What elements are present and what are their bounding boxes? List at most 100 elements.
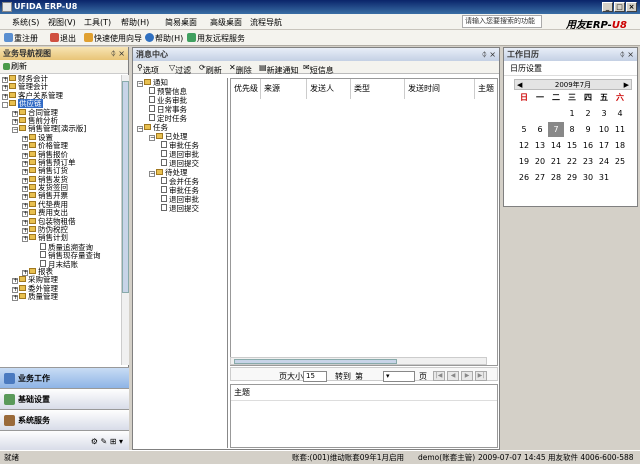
next-month-button[interactable]: ▶ <box>624 80 629 91</box>
page-size-input[interactable]: 15 <box>303 371 327 382</box>
prev-page-button[interactable]: ◀ <box>447 371 459 381</box>
calendar-day[interactable]: 25 <box>612 154 628 169</box>
expand-icon[interactable]: + <box>2 77 8 83</box>
nav-business-work[interactable]: 业务工作 <box>0 367 129 388</box>
collapse-icon[interactable]: − <box>137 81 143 87</box>
col-sender[interactable]: 发送人 <box>307 79 351 99</box>
calendar-day[interactable]: 16 <box>580 138 596 153</box>
calendar-day[interactable]: 4 <box>612 106 628 121</box>
calendar-day[interactable]: 14 <box>548 138 564 153</box>
nav-tree-item[interactable]: + 采购管理 <box>0 276 121 285</box>
nav-tree-item[interactable]: + 委外管理 <box>0 284 121 293</box>
nav-tree-item[interactable]: 质量追溯查询 <box>0 242 121 252</box>
nav-tree-item[interactable]: 销售现存量查询 <box>0 251 121 260</box>
maximize-button[interactable]: □ <box>614 2 625 12</box>
col-priority[interactable]: 优先级 <box>231 79 261 99</box>
expand-icon[interactable]: + <box>22 202 28 209</box>
nav-system-service[interactable]: 系统服务 <box>0 409 129 430</box>
calendar-day[interactable]: 31 <box>596 170 612 185</box>
msg-sms-button[interactable]: ✉ 短信息 <box>303 63 334 75</box>
calendar-day[interactable]: 26 <box>516 170 532 185</box>
calendar-day[interactable]: 7 <box>548 122 564 137</box>
col-send-time[interactable]: 发送时间 <box>405 79 475 99</box>
calendar-day[interactable]: 30 <box>580 170 596 185</box>
calendar-day[interactable]: 3 <box>596 106 612 121</box>
remote-service-button[interactable]: 用友远程服务 <box>187 33 245 44</box>
last-page-button[interactable]: ▶| <box>475 371 487 381</box>
expand-icon[interactable]: + <box>12 286 18 293</box>
message-tree-item[interactable]: 定时任务 <box>135 114 227 123</box>
help-button[interactable]: 帮助(H) <box>145 33 183 44</box>
relogin-button[interactable]: 重注册 <box>4 33 38 44</box>
expand-icon[interactable]: + <box>12 278 18 285</box>
next-page-button[interactable]: ▶ <box>461 371 473 381</box>
function-search-input[interactable]: 请输入您要搜索的功能 <box>462 15 542 28</box>
menu-process-nav[interactable]: 流程导航 <box>250 17 282 28</box>
message-tree-item[interactable]: − 通知 <box>135 78 227 87</box>
message-tree-item[interactable]: 退回提交 <box>135 159 227 168</box>
expand-icon[interactable]: + <box>2 85 8 92</box>
goto-page-select[interactable]: ▾ <box>383 371 415 382</box>
calendar-day[interactable]: 22 <box>564 154 580 169</box>
msg-refresh-button[interactable]: ⟳ 刷新 <box>199 63 222 75</box>
calendar-day[interactable]: 24 <box>596 154 612 169</box>
expand-icon[interactable]: + <box>22 169 28 176</box>
message-tree-item[interactable]: 退回提交 <box>135 204 227 213</box>
expand-icon[interactable]: + <box>22 152 28 159</box>
col-type[interactable]: 类型 <box>351 79 405 99</box>
calendar-day[interactable]: 17 <box>596 138 612 153</box>
message-tree-item[interactable]: 审批任务 <box>135 186 227 195</box>
nav-tree-item[interactable]: − 供应链 <box>0 99 121 109</box>
calendar-day[interactable]: 5 <box>516 122 532 137</box>
message-center-close[interactable]: ᛰ × <box>482 48 496 61</box>
calendar-day[interactable]: 8 <box>564 122 580 137</box>
minimize-button[interactable]: _ <box>602 2 613 12</box>
nav-tree-item[interactable]: + 销售计划 <box>0 234 121 243</box>
calendar-day[interactable]: 1 <box>564 106 580 121</box>
nav-tree-item[interactable]: 月末结账 <box>0 259 121 268</box>
calendar-settings-button[interactable]: 日历设置 <box>504 61 637 76</box>
calendar-day[interactable]: 6 <box>532 122 548 137</box>
nav-config-icons[interactable]: ⚙ ✎ ⊞ ▾ <box>91 431 123 452</box>
expand-icon[interactable]: + <box>2 93 8 100</box>
expand-icon[interactable]: + <box>22 135 28 142</box>
message-tree-item[interactable]: − 已处理 <box>135 132 227 141</box>
calendar-day[interactable]: 11 <box>612 122 628 137</box>
calendar-day[interactable]: 29 <box>564 170 580 185</box>
close-button[interactable]: × <box>626 2 637 12</box>
expand-icon[interactable]: + <box>22 194 28 201</box>
nav-tree-item[interactable]: + 合同管理 <box>0 108 121 117</box>
calendar-day[interactable]: 9 <box>580 122 596 137</box>
pin-icon[interactable]: ᛰ × <box>111 47 125 60</box>
collapse-icon[interactable]: − <box>149 171 155 177</box>
calendar-day[interactable]: 12 <box>516 138 532 153</box>
message-tree-item[interactable]: − 任务 <box>135 123 227 132</box>
first-page-button[interactable]: |◀ <box>433 371 445 381</box>
menu-view[interactable]: 视图(V) <box>48 17 76 28</box>
message-tree-item[interactable]: 退回审批 <box>135 150 227 159</box>
expand-icon[interactable]: + <box>22 228 28 235</box>
collapse-icon[interactable]: − <box>12 127 18 134</box>
message-tree-item[interactable]: 退回审批 <box>135 195 227 204</box>
menu-simple-desktop[interactable]: 简易桌面 <box>165 17 197 28</box>
calendar-day[interactable]: 18 <box>612 138 628 153</box>
calendar-day[interactable]: 21 <box>548 154 564 169</box>
calendar-close[interactable]: ᛰ × <box>620 48 634 61</box>
nav-refresh-button[interactable]: 刷新 <box>0 60 128 74</box>
expand-icon[interactable]: + <box>22 160 28 167</box>
message-tree-item[interactable]: 审批任务 <box>135 141 227 150</box>
msg-new-notice-button[interactable]: ▤ 新建通知 <box>259 63 299 75</box>
menu-help[interactable]: 帮助(H) <box>121 17 149 28</box>
expand-icon[interactable]: + <box>12 295 18 302</box>
calendar-day[interactable]: 28 <box>548 170 564 185</box>
prev-month-button[interactable]: ◀ <box>517 80 522 91</box>
nav-basic-settings[interactable]: 基础设置 <box>0 388 129 409</box>
message-tree-item[interactable]: 日常事务 <box>135 105 227 114</box>
quick-wizard-button[interactable]: 快速使用向导 <box>84 33 142 44</box>
calendar-day[interactable]: 19 <box>516 154 532 169</box>
expand-icon[interactable]: + <box>22 219 28 226</box>
calendar-day[interactable]: 20 <box>532 154 548 169</box>
menu-tools[interactable]: 工具(T) <box>84 17 111 28</box>
message-tree-item[interactable]: 会并任务 <box>135 177 227 186</box>
msg-delete-button[interactable]: ✕ 删除 <box>229 63 252 75</box>
